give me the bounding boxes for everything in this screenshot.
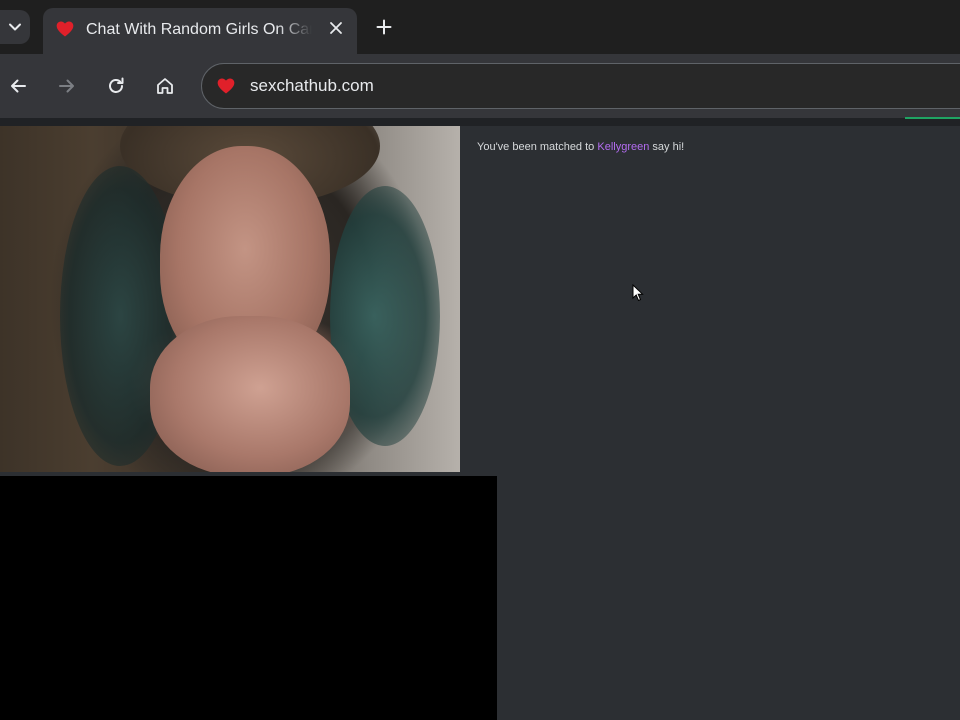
page-content: You've been matched to Kellygreen say hi… — [0, 117, 960, 720]
new-tab-button[interactable] — [372, 15, 396, 39]
tab-search-button[interactable] — [0, 10, 30, 44]
home-button[interactable] — [151, 72, 179, 100]
message-prefix: You've been matched to — [477, 141, 595, 153]
heart-icon — [217, 78, 235, 94]
back-button[interactable] — [4, 72, 32, 100]
tab-strip: Chat With Random Girls On Cam — [0, 0, 960, 54]
plus-icon — [376, 19, 392, 35]
heart-icon — [56, 21, 74, 37]
close-icon — [330, 22, 342, 34]
tab-title: Chat With Random Girls On Cam — [86, 21, 312, 38]
address-bar[interactable]: sexchathub.com — [201, 63, 960, 109]
reload-icon — [109, 77, 124, 93]
url-text: sexchathub.com — [250, 76, 374, 95]
status-accent-line — [905, 117, 960, 119]
browser-toolbar: sexchathub.com — [0, 54, 960, 118]
mouse-cursor-icon — [632, 284, 644, 302]
close-tab-button[interactable] — [326, 18, 346, 38]
chat-panel: You've been matched to Kellygreen say hi… — [460, 126, 960, 476]
reload-button[interactable] — [102, 72, 130, 100]
arrow-right-icon — [59, 79, 74, 93]
home-icon — [157, 78, 173, 94]
matched-username[interactable]: Kellygreen — [597, 141, 649, 153]
local-video — [0, 476, 497, 720]
arrow-left-icon — [11, 79, 26, 93]
forward-button[interactable] — [53, 72, 81, 100]
active-tab[interactable]: Chat With Random Girls On Cam — [43, 8, 357, 54]
remote-video — [0, 126, 460, 472]
page-top-divider — [0, 118, 960, 126]
chevron-down-icon — [9, 23, 21, 31]
system-message: You've been matched to Kellygreen say hi… — [477, 141, 684, 153]
video-frame-detail — [150, 316, 350, 472]
message-suffix: say hi! — [652, 141, 685, 153]
